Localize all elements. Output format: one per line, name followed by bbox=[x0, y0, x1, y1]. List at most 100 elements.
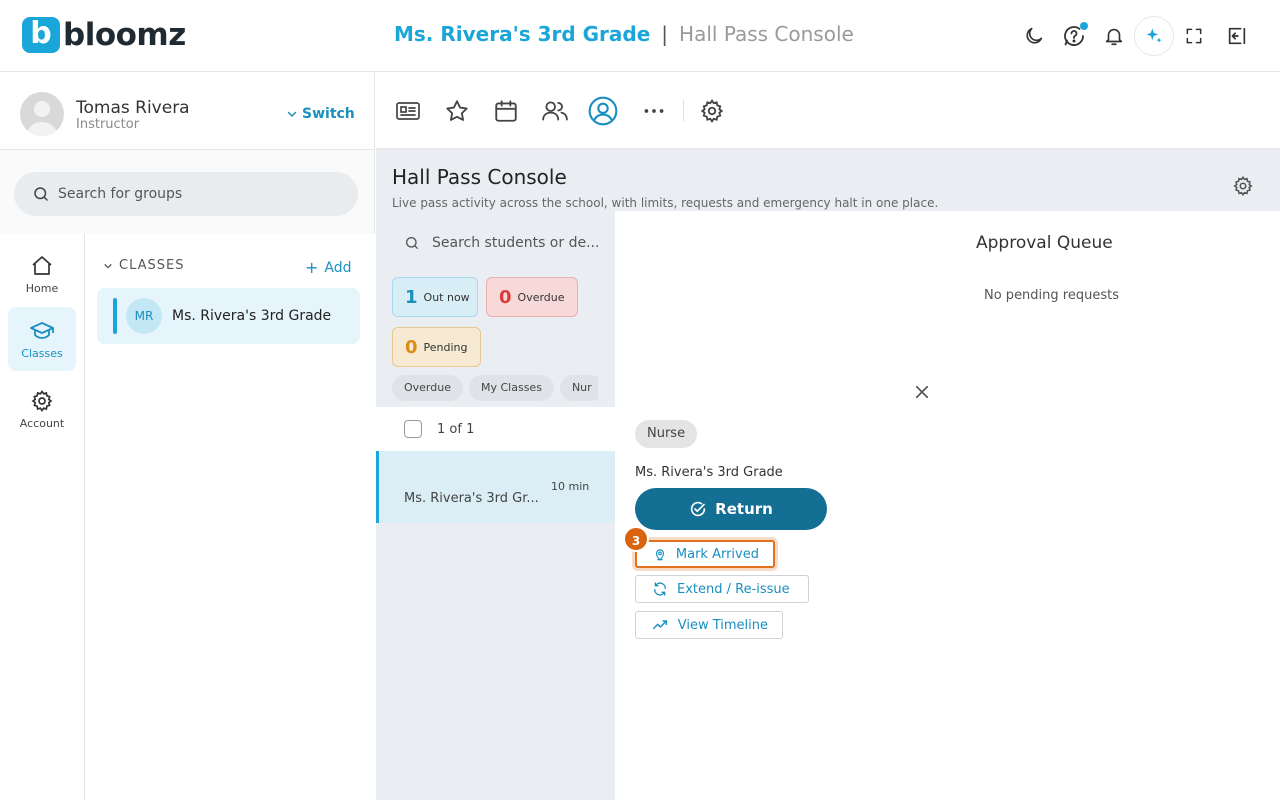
stat-overdue[interactable]: 0 Overdue bbox=[486, 277, 578, 317]
rail-label-home: Home bbox=[25, 281, 59, 295]
rail-label-account: Account bbox=[19, 416, 65, 430]
people-icon[interactable] bbox=[540, 96, 570, 126]
close-icon[interactable] bbox=[913, 383, 931, 401]
step-number-badge: 3 bbox=[623, 526, 649, 552]
extend-reissue-button[interactable]: Extend / Re-issue bbox=[635, 575, 809, 603]
settings-gear-icon[interactable] bbox=[697, 96, 727, 126]
user-circle-icon[interactable] bbox=[586, 94, 620, 128]
refresh-icon bbox=[654, 582, 666, 596]
stat-pending-label: Pending bbox=[423, 340, 468, 354]
console-title: Hall Pass Console bbox=[392, 165, 567, 189]
bell-icon[interactable] bbox=[1099, 21, 1129, 51]
switch-label: Switch bbox=[302, 106, 355, 122]
select-all-checkbox[interactable] bbox=[404, 420, 422, 438]
stat-out-now-label: Out now bbox=[423, 290, 470, 304]
mark-arrived-label: Mark Arrived bbox=[675, 546, 759, 562]
avatar[interactable] bbox=[20, 92, 64, 136]
approval-queue-title: Approval Queue bbox=[976, 233, 1113, 253]
user-card: Tomas Rivera Instructor Switch bbox=[0, 72, 374, 150]
calendar-icon[interactable] bbox=[491, 96, 521, 126]
ai-sparkle-button[interactable] bbox=[1134, 16, 1174, 56]
classes-panel: CLASSES + Add MR Ms. Rivera's 3rd Grade bbox=[85, 234, 375, 800]
rail-item-account[interactable]: Account bbox=[8, 377, 76, 441]
return-label: Return bbox=[715, 500, 773, 518]
page-title: Hall Pass Console bbox=[679, 22, 854, 46]
logo-mark: b bbox=[22, 17, 60, 53]
active-indicator bbox=[113, 298, 117, 334]
mark-arrived-button[interactable]: Mark Arrived bbox=[635, 540, 775, 568]
filter-chips: Overdue My Classes Nur bbox=[392, 375, 598, 405]
search-groups-input[interactable]: Search for groups bbox=[14, 172, 358, 216]
gear-icon bbox=[31, 389, 53, 412]
sidebar: Tomas Rivera Instructor Switch Search fo… bbox=[0, 72, 375, 800]
stat-pending[interactable]: 0 Pending bbox=[392, 327, 481, 367]
sparkle-icon bbox=[1146, 28, 1162, 43]
stat-out-now-count: 1 bbox=[405, 286, 418, 308]
user-name: Tomas Rivera bbox=[76, 98, 190, 118]
student-search-input[interactable]: Search students or de... bbox=[404, 235, 599, 251]
stat-overdue-count: 0 bbox=[499, 286, 512, 308]
search-icon bbox=[34, 187, 48, 201]
console-subtitle: Live pass activity across the school, wi… bbox=[392, 196, 939, 210]
top-bar: b bloomz Ms. Rivera's 3rd Grade | Hall P… bbox=[0, 0, 1280, 72]
return-button[interactable]: Return bbox=[635, 488, 827, 530]
classes-heading-label: CLASSES bbox=[119, 258, 185, 273]
graduation-cap-icon bbox=[30, 321, 54, 339]
help-chat-icon[interactable] bbox=[1059, 21, 1089, 51]
view-timeline-label: View Timeline bbox=[677, 617, 768, 633]
trend-line-icon bbox=[652, 620, 668, 630]
result-count: 1 of 1 bbox=[437, 421, 475, 437]
stat-overdue-label: Overdue bbox=[517, 290, 565, 304]
pass-class-name: Ms. Rivera's 3rd Grade bbox=[635, 465, 783, 480]
hall-pass-console: Hall Pass Console Live pass activity acr… bbox=[376, 149, 1280, 800]
title-separator: | bbox=[661, 22, 669, 46]
rail-item-home[interactable]: Home bbox=[8, 242, 76, 306]
extend-reissue-label: Extend / Re-issue bbox=[677, 581, 790, 597]
approval-queue-empty: No pending requests bbox=[984, 288, 1119, 303]
table-row[interactable]: 10 min Ms. Rivera's 3rd Gr... bbox=[376, 451, 616, 523]
feature-toolbar bbox=[376, 72, 1280, 149]
filter-chip-overdue[interactable]: Overdue bbox=[392, 375, 463, 401]
class-name: Ms. Rivera's 3rd Grade bbox=[172, 308, 332, 324]
list-header: 1 of 1 bbox=[376, 407, 616, 451]
check-circle-icon bbox=[691, 501, 706, 517]
logo-text: bloomz bbox=[63, 17, 186, 53]
stat-pending-count: 0 bbox=[405, 336, 418, 358]
add-class-label: Add bbox=[324, 259, 352, 276]
pass-row-name: Ms. Rivera's 3rd Gr... bbox=[404, 491, 539, 506]
chevron-down-icon bbox=[104, 263, 112, 269]
detail-pane: Approval Queue No pending requests Nurse… bbox=[620, 211, 1280, 800]
toolbar-divider bbox=[683, 100, 684, 122]
search-groups-placeholder: Search for groups bbox=[58, 186, 183, 202]
class-title[interactable]: Ms. Rivera's 3rd Grade bbox=[394, 22, 650, 46]
class-initials-badge: MR bbox=[126, 298, 162, 334]
home-icon bbox=[32, 255, 52, 275]
collapse-panel-icon[interactable] bbox=[1222, 21, 1252, 51]
dark-mode-icon[interactable] bbox=[1019, 21, 1049, 51]
newsfeed-icon[interactable] bbox=[393, 96, 423, 126]
page-heading: Ms. Rivera's 3rd Grade | Hall Pass Conso… bbox=[394, 22, 854, 46]
class-list-item[interactable]: MR Ms. Rivera's 3rd Grade bbox=[97, 288, 360, 344]
bloomz-logo[interactable]: b bloomz bbox=[22, 17, 186, 53]
destination-chip: Nurse bbox=[635, 420, 698, 448]
console-settings-gear-icon[interactable] bbox=[1232, 175, 1254, 197]
add-class-button[interactable]: + Add bbox=[305, 258, 352, 277]
chevron-down-icon bbox=[287, 111, 297, 118]
user-role: Instructor bbox=[76, 117, 140, 132]
nav-rail: Home Classes Account bbox=[0, 234, 85, 800]
rail-item-classes[interactable]: Classes bbox=[8, 307, 76, 371]
location-pin-icon bbox=[655, 548, 664, 560]
filter-chip-nurse[interactable]: Nur bbox=[559, 375, 598, 401]
search-icon bbox=[406, 237, 418, 249]
pass-list-pane: Search students or de... 1 Out now 0 Ove… bbox=[376, 211, 616, 800]
classes-heading[interactable]: CLASSES bbox=[103, 258, 184, 273]
plus-icon: + bbox=[305, 258, 319, 277]
star-icon[interactable] bbox=[442, 96, 472, 126]
view-timeline-button[interactable]: View Timeline bbox=[635, 611, 783, 639]
switch-button[interactable]: Switch bbox=[286, 106, 355, 122]
notification-dot bbox=[1080, 22, 1088, 30]
stat-out-now[interactable]: 1 Out now bbox=[392, 277, 478, 317]
more-icon[interactable] bbox=[639, 96, 669, 126]
fullscreen-icon[interactable] bbox=[1179, 21, 1209, 51]
filter-chip-my-classes[interactable]: My Classes bbox=[469, 375, 554, 401]
